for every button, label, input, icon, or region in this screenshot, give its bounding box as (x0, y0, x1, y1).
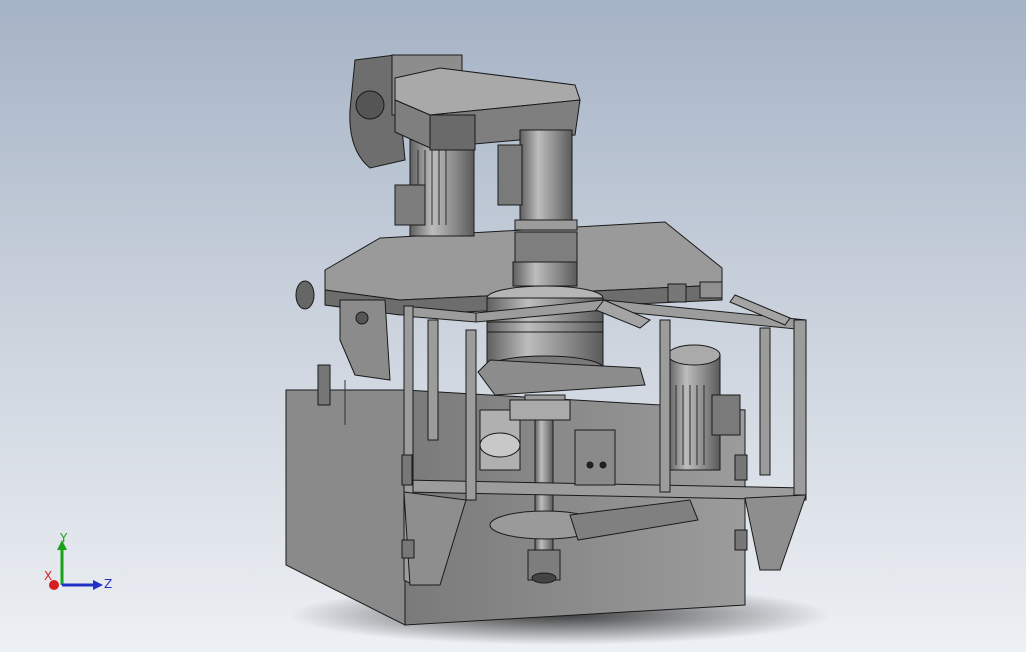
z-axis-label: Z (104, 577, 112, 591)
cad-viewport[interactable]: Y X Z (0, 0, 1026, 652)
machine-assembly-model[interactable] (0, 0, 1026, 652)
y-axis-label: Y (59, 531, 68, 545)
coordinate-triad: Y X Z (44, 531, 112, 591)
z-axis-arrowhead (93, 580, 103, 590)
x-axis-label: X (44, 569, 52, 583)
